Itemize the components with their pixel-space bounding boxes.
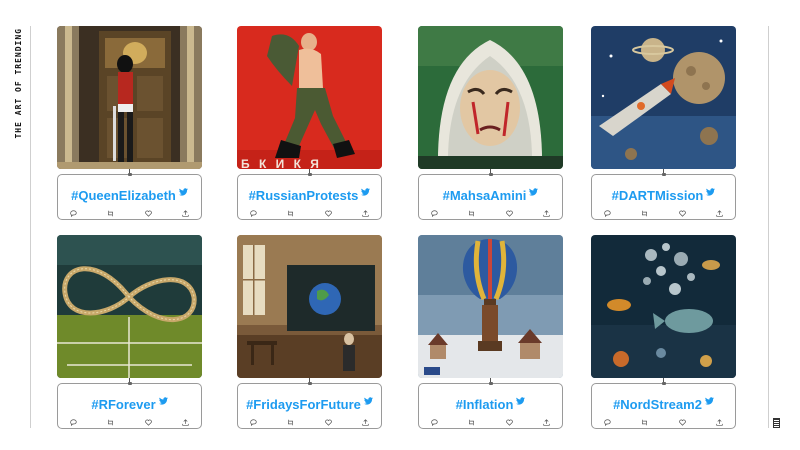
connector-knot xyxy=(128,173,132,176)
connector-knot xyxy=(128,382,132,385)
artwork-image[interactable] xyxy=(57,235,202,378)
site-title: THE ART OF TRENDING xyxy=(14,28,23,139)
like-icon[interactable] xyxy=(678,419,686,426)
tweet-card: #QueenElizabeth xyxy=(57,173,202,220)
retweet-icon[interactable] xyxy=(107,419,114,426)
connector-knot xyxy=(308,382,312,385)
hashtag-link[interactable]: #FridaysForFuture xyxy=(238,397,381,412)
hashtag-link[interactable]: #Inflation xyxy=(419,397,562,412)
like-icon[interactable] xyxy=(144,419,152,426)
reply-icon[interactable] xyxy=(70,418,77,426)
share-icon[interactable] xyxy=(716,418,723,426)
retweet-icon[interactable] xyxy=(468,419,475,426)
like-icon[interactable] xyxy=(505,210,513,217)
hashtag-text: #FridaysForFuture xyxy=(246,397,361,412)
tweet-actions xyxy=(604,209,723,217)
like-icon[interactable] xyxy=(505,419,513,426)
tweet-actions xyxy=(70,418,189,426)
share-icon[interactable] xyxy=(182,418,189,426)
tweet-card: #Inflation xyxy=(418,382,563,429)
share-icon[interactable] xyxy=(543,209,550,217)
share-icon[interactable] xyxy=(716,209,723,217)
reply-icon[interactable] xyxy=(250,418,257,426)
tweet-card: #RussianProtests xyxy=(237,173,382,220)
twitter-bird-icon xyxy=(529,188,539,196)
artwork-image[interactable] xyxy=(591,26,736,169)
hashtag-text: #RForever xyxy=(91,397,156,412)
menu-icon[interactable] xyxy=(773,418,780,428)
tweet-card: #DARTMission xyxy=(591,173,736,220)
twitter-bird-icon xyxy=(158,397,168,405)
hashtag-link[interactable]: #RForever xyxy=(58,397,201,412)
twitter-bird-icon xyxy=(704,397,714,405)
twitter-bird-icon xyxy=(516,397,526,405)
twitter-bird-icon xyxy=(706,188,716,196)
hashtag-text: #RussianProtests xyxy=(248,188,359,203)
tweet-card: #MahsaAmini xyxy=(418,173,563,220)
right-divider xyxy=(768,26,769,428)
connector-knot xyxy=(308,173,312,176)
hashtag-text: #Inflation xyxy=(455,397,514,412)
hashtag-link[interactable]: #QueenElizabeth xyxy=(58,188,201,203)
share-icon[interactable] xyxy=(362,209,369,217)
tweet-actions xyxy=(250,209,369,217)
retweet-icon[interactable] xyxy=(107,210,114,217)
like-icon[interactable] xyxy=(678,210,686,217)
tweet-actions xyxy=(70,209,189,217)
reply-icon[interactable] xyxy=(604,418,611,426)
tweet-actions xyxy=(250,418,369,426)
reply-icon[interactable] xyxy=(431,209,438,217)
twitter-bird-icon xyxy=(178,188,188,196)
artwork-image[interactable]: Б К И К Я xyxy=(237,26,382,169)
twitter-bird-icon xyxy=(361,188,371,196)
artwork-image[interactable] xyxy=(418,26,563,169)
artwork-image[interactable] xyxy=(237,235,382,378)
tweet-actions xyxy=(604,418,723,426)
retweet-icon[interactable] xyxy=(641,419,648,426)
like-icon[interactable] xyxy=(324,210,332,217)
connector-knot xyxy=(489,382,493,385)
hashtag-text: #QueenElizabeth xyxy=(71,188,176,203)
artwork-image[interactable] xyxy=(591,235,736,378)
artwork-image[interactable] xyxy=(418,235,563,378)
tweet-card: #FridaysForFuture xyxy=(237,382,382,429)
hashtag-text: #MahsaAmini xyxy=(442,188,527,203)
reply-icon[interactable] xyxy=(250,209,257,217)
reply-icon[interactable] xyxy=(70,209,77,217)
tweet-card: #NordStream2 xyxy=(591,382,736,429)
tweet-actions xyxy=(431,418,550,426)
like-icon[interactable] xyxy=(324,419,332,426)
retweet-icon[interactable] xyxy=(287,210,294,217)
share-icon[interactable] xyxy=(362,418,369,426)
left-divider xyxy=(30,26,31,428)
hashtag-link[interactable]: #MahsaAmini xyxy=(419,188,562,203)
artwork-image[interactable] xyxy=(57,26,202,169)
connector-knot xyxy=(489,173,493,176)
hashtag-link[interactable]: #RussianProtests xyxy=(238,188,381,203)
hashtag-text: #NordStream2 xyxy=(613,397,702,412)
tweet-actions xyxy=(431,209,550,217)
hashtag-link[interactable]: #DARTMission xyxy=(592,188,735,203)
share-icon[interactable] xyxy=(543,418,550,426)
retweet-icon[interactable] xyxy=(468,210,475,217)
reply-icon[interactable] xyxy=(431,418,438,426)
reply-icon[interactable] xyxy=(604,209,611,217)
retweet-icon[interactable] xyxy=(641,210,648,217)
tweet-card: #RForever xyxy=(57,382,202,429)
connector-knot xyxy=(662,382,666,385)
like-icon[interactable] xyxy=(144,210,152,217)
hashtag-text: #DARTMission xyxy=(611,188,704,203)
hashtag-link[interactable]: #NordStream2 xyxy=(592,397,735,412)
svg-text:Б К И К Я: Б К И К Я xyxy=(241,157,322,169)
retweet-icon[interactable] xyxy=(287,419,294,426)
share-icon[interactable] xyxy=(182,209,189,217)
connector-knot xyxy=(662,173,666,176)
twitter-bird-icon xyxy=(363,397,373,405)
